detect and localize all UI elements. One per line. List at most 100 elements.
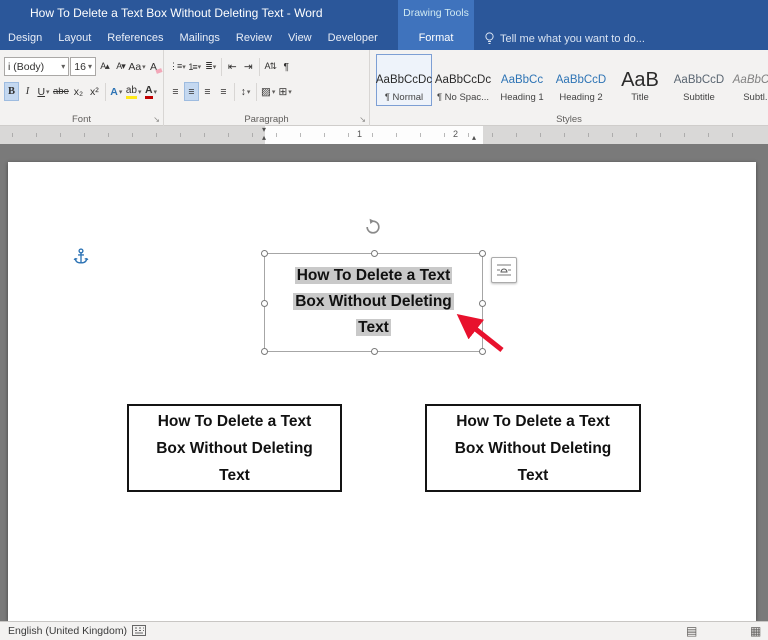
chevron-down-icon: ▾ (271, 88, 276, 96)
selection-handle-bottom-left[interactable] (261, 348, 268, 355)
tell-me-label: Tell me what you want to do... (500, 32, 645, 45)
print-layout-button[interactable]: ▤ (686, 623, 697, 640)
style-item-title[interactable]: AaB Title (612, 54, 668, 106)
ruler-ticks (12, 133, 756, 137)
font-group: i (Body) ▾ 16 ▾ A▴ A▾ Aa ▾ A B I U ▾ abe… (0, 50, 164, 126)
tab-design[interactable]: Design (0, 27, 50, 50)
left-indent-marker[interactable]: ▴ (262, 134, 266, 142)
tab-format[interactable]: Format (398, 27, 474, 50)
tab-developer[interactable]: Developer (320, 27, 386, 50)
highlighted-text-line: How To Delete a Text (294, 267, 453, 284)
font-color-button[interactable]: A ▾ (144, 82, 159, 101)
ruler-number: 2 (453, 129, 459, 139)
anchor-icon[interactable] (72, 248, 90, 266)
style-item-subtle-emphasis[interactable]: AaBbCcD Subtl... (730, 54, 768, 106)
divider (104, 82, 106, 101)
right-indent-marker[interactable]: ▴ (472, 134, 476, 142)
style-item-heading2[interactable]: AaBbCcD Heading 2 (553, 54, 609, 106)
selection-handle-middle-left[interactable] (261, 300, 268, 307)
show-paragraph-marks-button[interactable]: ¶ (279, 57, 294, 76)
chevron-down-icon: ▾ (153, 88, 158, 96)
chevron-down-icon: ▾ (46, 88, 50, 96)
selection-handle-bottom-right[interactable] (479, 348, 486, 355)
chevron-down-icon: ▾ (246, 88, 251, 96)
page[interactable]: How To Delete a Text Box Without Deletin… (8, 162, 756, 621)
textbox-right[interactable]: How To Delete a Text Box Without Deletin… (425, 404, 641, 492)
annotation-arrow (456, 314, 504, 352)
tell-me-lightbulb-icon (485, 32, 494, 44)
text-effects-button[interactable]: A ▾ (109, 82, 124, 101)
paragraph-dialog-launcher-icon[interactable]: ↘ (359, 116, 366, 124)
highlighted-text-line: Box Without Deleting (293, 293, 454, 310)
bullets-button[interactable]: ⋮≡ ▾ (168, 57, 186, 76)
style-item-subtitle[interactable]: AaBbCcD Subtitle (671, 54, 727, 106)
paragraph-group-label: Paragraph (244, 114, 289, 125)
highlighted-text-line: Text (356, 319, 391, 336)
title-bar: How To Delete a Text Box Without Deletin… (0, 0, 768, 27)
text-highlight-button[interactable]: ab ▾ (125, 82, 143, 101)
divider (256, 82, 257, 101)
decrease-indent-button[interactable]: ⇤ (225, 57, 240, 76)
grow-font-button[interactable]: A▴ (97, 57, 112, 76)
font-size-combobox[interactable]: 16 ▾ (70, 57, 96, 76)
tab-layout[interactable]: Layout (50, 27, 99, 50)
selection-handle-top-middle[interactable] (371, 250, 378, 257)
numbering-button[interactable]: 1≡ ▾ (187, 57, 202, 76)
selection-handle-middle-right[interactable] (479, 300, 486, 307)
subscript-button[interactable]: x₂ (71, 82, 86, 101)
align-center-button[interactable]: ≡ (184, 82, 199, 101)
chevron-down-icon: ▾ (87, 62, 92, 71)
status-bar: English (United Kingdom) ▤ ▦ (0, 621, 768, 640)
proofing-icon[interactable] (132, 625, 146, 636)
underline-button[interactable]: U ▾ (36, 82, 51, 101)
tell-me-box[interactable]: Tell me what you want to do... (484, 27, 645, 50)
tab-review[interactable]: Review (228, 27, 280, 50)
layout-options-icon (497, 264, 511, 276)
style-item-normal[interactable]: AaBbCcDc ¶ Normal (376, 54, 432, 106)
font-dialog-launcher-icon[interactable]: ↘ (153, 116, 160, 124)
style-item-heading1[interactable]: AaBbCc Heading 1 (494, 54, 550, 106)
styles-gallery: AaBbCcDc ¶ Normal AaBbCcDc ¶ No Spac... … (376, 54, 768, 106)
language-status[interactable]: English (United Kingdom) (8, 622, 127, 640)
borders-button[interactable]: ⊞ ▾ (277, 82, 292, 101)
ribbon-tab-row: Design Layout References Mailings Review… (0, 27, 768, 50)
layout-options-button[interactable] (491, 257, 517, 283)
style-item-no-spacing[interactable]: AaBbCcDc ¶ No Spac... (435, 54, 491, 106)
shrink-font-button[interactable]: A▾ (113, 57, 128, 76)
document-area: How To Delete a Text Box Without Deletin… (0, 144, 768, 621)
bold-button[interactable]: B (4, 82, 19, 101)
textbox-left[interactable]: How To Delete a Text Box Without Deletin… (127, 404, 342, 492)
italic-button[interactable]: I (20, 82, 35, 101)
tab-mailings[interactable]: Mailings (172, 27, 228, 50)
ruler-number: 1 (357, 129, 363, 139)
font-name-combobox[interactable]: i (Body) ▾ (4, 57, 70, 76)
shading-button[interactable]: ▨ ▾ (260, 82, 276, 101)
horizontal-ruler: 1 2 ▾ ▴ ▴ (0, 126, 768, 144)
ribbon: i (Body) ▾ 16 ▾ A▴ A▾ Aa ▾ A B I U ▾ abe… (0, 50, 768, 126)
superscript-button[interactable]: x² (87, 82, 102, 101)
change-case-button[interactable]: Aa ▾ (128, 57, 145, 76)
align-left-button[interactable]: ≡ (168, 82, 183, 101)
increase-indent-button[interactable]: ⇥ (241, 57, 256, 76)
multilevel-list-button[interactable]: ≣ ▾ (203, 57, 218, 76)
selection-handle-top-left[interactable] (261, 250, 268, 257)
chevron-down-icon: ▾ (61, 62, 66, 71)
tab-references[interactable]: References (99, 27, 171, 50)
selection-handle-bottom-middle[interactable] (371, 348, 378, 355)
font-group-label: Font (71, 114, 91, 125)
selection-handle-top-right[interactable] (479, 250, 486, 257)
textbox-selected[interactable]: How To Delete a Text Box Without Deletin… (261, 250, 486, 355)
divider (220, 57, 222, 76)
rotate-handle[interactable] (364, 218, 382, 236)
clear-formatting-button[interactable]: A (146, 57, 161, 76)
strikethrough-button[interactable]: abe (52, 82, 70, 101)
divider (234, 82, 235, 101)
web-layout-button[interactable]: ▦ (750, 623, 761, 640)
textbox-selected-text: How To Delete a Text Box Without Deletin… (265, 254, 482, 341)
styles-group: AaBbCcDc ¶ Normal AaBbCcDc ¶ No Spac... … (370, 50, 768, 126)
sort-button[interactable]: A⇅ (263, 57, 278, 76)
align-right-button[interactable]: ≡ (200, 82, 215, 101)
tab-view[interactable]: View (280, 27, 320, 50)
line-spacing-button[interactable]: ↕ ▾ (238, 82, 253, 101)
justify-button[interactable]: ≡ (216, 82, 231, 101)
